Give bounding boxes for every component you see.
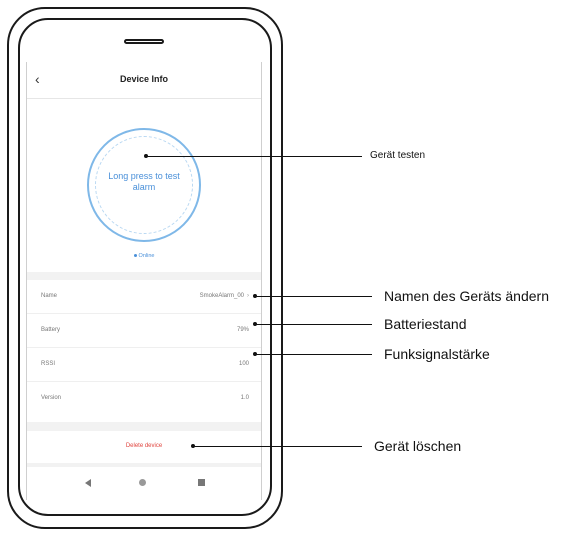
test-alarm-panel: Long press to test alarm Online [27, 99, 261, 272]
test-alarm-label: Long press to test alarm [108, 171, 180, 192]
row-rssi-label: RSSI [41, 361, 56, 367]
row-version-value: 1.0 [240, 395, 249, 401]
callout-line-battery [256, 324, 372, 325]
row-rssi: RSSI 100 [27, 348, 261, 382]
callout-battery-label: Batteriestand [384, 316, 467, 332]
row-name-value: SmokeAlarm_00 [199, 293, 244, 299]
app-bar: ‹ Device Info [27, 62, 261, 99]
callout-rename-label: Namen des Geräts ändern [384, 288, 549, 304]
callout-delete-label: Gerät löschen [374, 438, 462, 454]
row-rssi-value: 100 [238, 361, 249, 367]
row-battery: Battery 79% [27, 314, 261, 348]
delete-device-label: Delete device [125, 443, 163, 449]
device-status-text: Online [138, 253, 155, 259]
row-name-value-wrap: SmokeAlarm_00 › [200, 293, 249, 299]
callout-test-label: Gerät testen [370, 150, 426, 161]
callout-line-rename [256, 296, 372, 297]
delete-device-button[interactable]: Delete device [27, 431, 261, 463]
phone-screen: ‹ Device Info Long press to test alarm O… [26, 62, 262, 500]
nav-home-icon[interactable] [139, 479, 146, 486]
page-title: Device Info [119, 74, 168, 84]
chevron-right-icon: › [247, 293, 249, 299]
callout-signal-label: Funksignalstärke [384, 346, 490, 362]
callout-line-delete [194, 446, 362, 447]
online-dot-icon [133, 254, 137, 258]
speaker-slot [124, 39, 164, 44]
nav-recent-apps-icon[interactable] [198, 479, 205, 486]
nav-back-icon[interactable] [85, 479, 91, 487]
info-list: Name SmokeAlarm_00 › Battery 79% RSSI 100… [27, 280, 261, 422]
callout-line-signal [256, 354, 372, 355]
row-battery-value: 79% [236, 327, 249, 333]
row-battery-label: Battery [41, 327, 61, 333]
callout-line-test [147, 156, 362, 157]
row-name-label: Name [41, 293, 58, 299]
device-status: Online [27, 253, 261, 259]
system-nav-bar [27, 467, 261, 500]
row-version-label: Version [41, 395, 62, 401]
row-name[interactable]: Name SmokeAlarm_00 › [27, 280, 261, 314]
row-version: Version 1.0 [27, 382, 261, 416]
